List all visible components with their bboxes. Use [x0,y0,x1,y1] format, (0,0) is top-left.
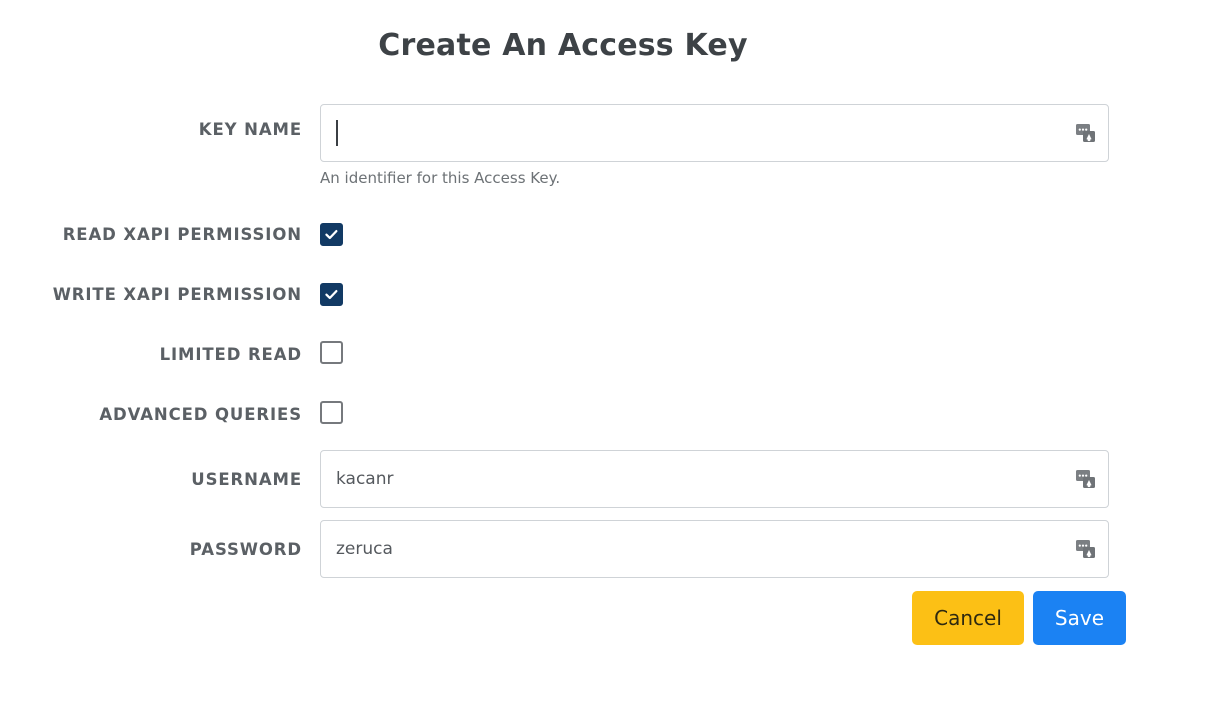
key-name-input[interactable] [320,104,1109,162]
text-caret [336,120,338,146]
write-xapi-permission-control [320,282,1126,306]
read-xapi-permission-label: READ XAPI PERMISSION [62,224,302,244]
password-input[interactable]: zeruca [320,520,1109,578]
write-xapi-permission-checkbox[interactable] [320,282,343,306]
username-input-wrap: kacanr [320,450,1109,508]
form-actions: Cancel Save [0,591,1126,645]
key-name-input-wrap [320,104,1109,162]
limited-read-label: LIMITED READ [159,344,302,364]
advanced-queries-checkbox[interactable] [320,400,343,424]
save-button[interactable]: Save [1032,591,1126,645]
check-icon [325,229,338,239]
password-input-wrap: zeruca [320,520,1109,578]
username-label: USERNAME [191,469,302,489]
create-access-key-page: Create An Access Key KEY NAME An identif… [0,0,1224,702]
key-name-help-text: An identifier for this Access Key. [320,169,561,187]
limited-read-control [320,340,1126,368]
read-xapi-permission-control [320,222,1126,246]
form-row-password: PASSWORD zeruca [0,514,1126,584]
key-name-control: An identifier for this Access Key. [320,104,1126,187]
username-input-value: kacanr [336,468,394,489]
advanced-queries-label: ADVANCED QUERIES [99,404,302,424]
username-control: kacanr [320,450,1126,508]
cancel-button[interactable]: Cancel [912,591,1024,645]
form-row-read-xapi-permission: READ XAPI PERMISSION [0,204,1126,264]
password-label: PASSWORD [189,539,302,559]
form-row-username: USERNAME kacanr [0,444,1126,514]
limited-read-checkbox[interactable] [320,340,343,364]
password-input-value: zeruca [336,538,393,559]
check-icon [325,289,338,299]
form-row-write-xapi-permission: WRITE XAPI PERMISSION [0,264,1126,324]
username-input[interactable]: kacanr [320,450,1109,508]
page-title: Create An Access Key [378,28,748,63]
form-row-limited-read: LIMITED READ [0,324,1126,384]
access-key-form: KEY NAME An identifier for this Access K… [0,104,1126,584]
form-row-advanced-queries: ADVANCED QUERIES [0,384,1126,444]
write-xapi-permission-label: WRITE XAPI PERMISSION [52,284,302,304]
password-control: zeruca [320,520,1126,578]
advanced-queries-control [320,400,1126,428]
form-row-key-name: KEY NAME An identifier for this Access K… [0,104,1126,187]
read-xapi-permission-checkbox[interactable] [320,222,343,246]
key-name-label: KEY NAME [198,120,302,139]
